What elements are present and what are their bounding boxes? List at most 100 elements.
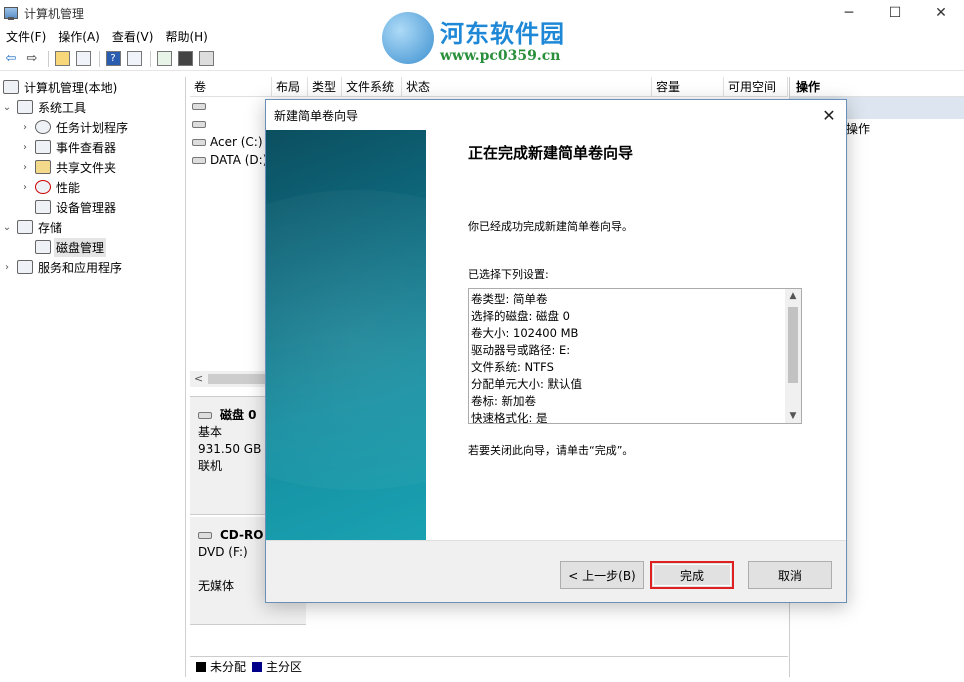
tree-item-services[interactable]: › 服务和应用程序 <box>0 257 185 277</box>
disk-name: CD-RO <box>220 528 264 542</box>
storage-icon <box>17 220 33 234</box>
column-header-filesystem[interactable]: 文件系统 <box>342 77 402 96</box>
setting-line: 卷标: 新加卷 <box>471 394 537 408</box>
settings-list: 卷类型: 简单卷 选择的磁盘: 磁盘 0 卷大小: 102400 MB 驱动器号… <box>469 289 801 424</box>
close-button[interactable]: ✕ <box>918 0 964 26</box>
toolbar-divider <box>150 50 151 67</box>
window-title: 计算机管理 <box>24 6 85 21</box>
settings-label: 已选择下列设置: <box>468 268 549 281</box>
up-folder-icon[interactable] <box>53 50 71 68</box>
chevron-down-icon[interactable]: ▼ <box>785 411 801 421</box>
legend-label: 未分配 <box>210 660 247 674</box>
tree-item-performance[interactable]: › 性能 <box>0 177 185 197</box>
menu-file[interactable]: 文件(F) <box>0 28 52 45</box>
minimize-button[interactable]: ─ <box>826 0 872 26</box>
export-icon[interactable] <box>176 50 194 68</box>
volume-name: Acer (C:) <box>210 135 263 149</box>
back-button[interactable]: < 上一步(B) <box>560 561 644 589</box>
legend-swatch-primary <box>252 661 263 672</box>
device-manager-icon <box>35 200 51 214</box>
chevron-down-icon[interactable]: ⌄ <box>0 102 14 113</box>
properties-pane-icon[interactable] <box>125 50 143 68</box>
tree-item-storage[interactable]: ⌄ 存储 <box>0 217 185 237</box>
setting-line: 文件系统: NTFS <box>471 360 554 374</box>
toolbar-divider <box>99 50 100 67</box>
menu-action[interactable]: 操作(A) <box>52 28 106 45</box>
column-header-status[interactable]: 状态 <box>402 77 652 96</box>
chevron-right-icon[interactable]: › <box>18 182 32 193</box>
back-arrow-icon[interactable]: ⇦ <box>2 50 20 68</box>
dialog-title: 新建简单卷向导 <box>274 108 359 123</box>
dialog-close-button[interactable]: ✕ <box>812 100 846 130</box>
chevron-right-icon[interactable]: › <box>18 162 32 173</box>
actions-header: 操作 <box>790 77 964 97</box>
setting-line: 卷类型: 简单卷 <box>471 292 548 306</box>
settings-summary-box[interactable]: 卷类型: 简单卷 选择的磁盘: 磁盘 0 卷大小: 102400 MB 驱动器号… <box>468 288 802 424</box>
forward-arrow-icon[interactable]: ⇨ <box>23 50 41 68</box>
chevron-right-icon[interactable]: › <box>18 122 32 133</box>
wizard-heading: 正在完成新建简单卷向导 <box>468 144 634 162</box>
dialog-titlebar: 新建简单卷向导 ✕ <box>266 100 846 130</box>
scrollbar-thumb[interactable] <box>208 374 268 384</box>
volume-icon <box>192 156 206 164</box>
scrollbar-thumb[interactable] <box>788 307 798 383</box>
refresh-icon[interactable] <box>155 50 173 68</box>
navigation-tree: 计算机管理(本地) ⌄ 系统工具 › 任务计划程序 › 事件查看器 › 共享文件… <box>0 77 186 677</box>
setting-line: 驱动器号或路径: E: <box>471 343 571 357</box>
computer-icon <box>3 80 19 94</box>
new-simple-volume-wizard: 新建简单卷向导 ✕ 正在完成新建简单卷向导 你已经成功完成新建简单卷向导。 已选… <box>265 99 847 603</box>
chevron-right-icon[interactable]: › <box>18 142 32 153</box>
menu-view[interactable]: 查看(V) <box>106 28 160 45</box>
column-header-volume[interactable]: 卷 <box>190 77 272 96</box>
chevron-right-icon[interactable]: › <box>0 262 14 273</box>
chevron-down-icon[interactable]: ⌄ <box>0 222 14 233</box>
setting-line: 分配单元大小: 默认值 <box>471 377 583 391</box>
tools-icon <box>17 100 33 114</box>
legend-swatch-unallocated <box>196 661 206 672</box>
volume-icon <box>192 138 206 146</box>
show-hide-tree-icon[interactable] <box>74 50 92 68</box>
toolbar-divider <box>48 50 49 67</box>
tree-item-system-tools[interactable]: ⌄ 系统工具 <box>0 97 185 117</box>
wizard-intro-text: 你已经成功完成新建简单卷向导。 <box>468 220 633 233</box>
chevron-up-icon[interactable]: ▲ <box>785 291 801 301</box>
column-header-layout[interactable]: 布局 <box>272 77 308 96</box>
volume-icon <box>192 120 206 128</box>
maximize-button[interactable]: ☐ <box>872 0 918 26</box>
properties-icon[interactable] <box>197 50 215 68</box>
wizard-banner-image <box>266 130 426 540</box>
cancel-button[interactable]: 取消 <box>748 561 832 589</box>
toolbar: ⇦ ⇨ ? <box>0 47 964 71</box>
disk-management-icon <box>35 240 51 254</box>
computer-management-icon <box>4 7 18 20</box>
performance-icon <box>35 180 51 194</box>
column-header-free-space[interactable]: 可用空间 <box>724 77 788 96</box>
partition-legend: 未分配 主分区 <box>190 656 788 676</box>
clock-icon <box>35 120 51 134</box>
menu-bar: 文件(F) 操作(A) 查看(V) 帮助(H) <box>0 26 964 46</box>
tree-item-event-viewer[interactable]: › 事件查看器 <box>0 137 185 157</box>
cdrom-icon <box>198 532 212 539</box>
volume-name: DATA (D:) <box>210 153 268 167</box>
tree-item-root[interactable]: 计算机管理(本地) <box>0 77 185 97</box>
help-icon[interactable]: ? <box>104 50 122 68</box>
tree-item-disk-management[interactable]: 磁盘管理 <box>0 237 185 257</box>
setting-line: 选择的磁盘: 磁盘 0 <box>471 309 571 323</box>
volume-column-headers: 卷 布局 类型 文件系统 状态 容量 可用空间 <box>190 77 788 97</box>
legend-label: 主分区 <box>266 660 303 674</box>
volume-icon <box>192 102 206 110</box>
close-hint-text: 若要关闭此向导，请单击“完成”。 <box>468 444 634 457</box>
vertical-scrollbar[interactable]: ▲ ▼ <box>785 289 801 423</box>
tree-item-shared-folders[interactable]: › 共享文件夹 <box>0 157 185 177</box>
column-header-capacity[interactable]: 容量 <box>652 77 724 96</box>
dialog-footer: < 上一步(B) 完成 取消 <box>266 540 846 602</box>
column-header-type[interactable]: 类型 <box>308 77 342 96</box>
disk-icon <box>198 412 212 419</box>
scroll-left-icon[interactable]: < <box>194 371 203 387</box>
tree-item-task-scheduler[interactable]: › 任务计划程序 <box>0 117 185 137</box>
services-icon <box>17 260 33 274</box>
finish-button[interactable]: 完成 <box>650 561 734 589</box>
tree-item-device-manager[interactable]: 设备管理器 <box>0 197 185 217</box>
setting-line: 快速格式化: 是 <box>471 411 548 424</box>
menu-help[interactable]: 帮助(H) <box>159 28 213 45</box>
